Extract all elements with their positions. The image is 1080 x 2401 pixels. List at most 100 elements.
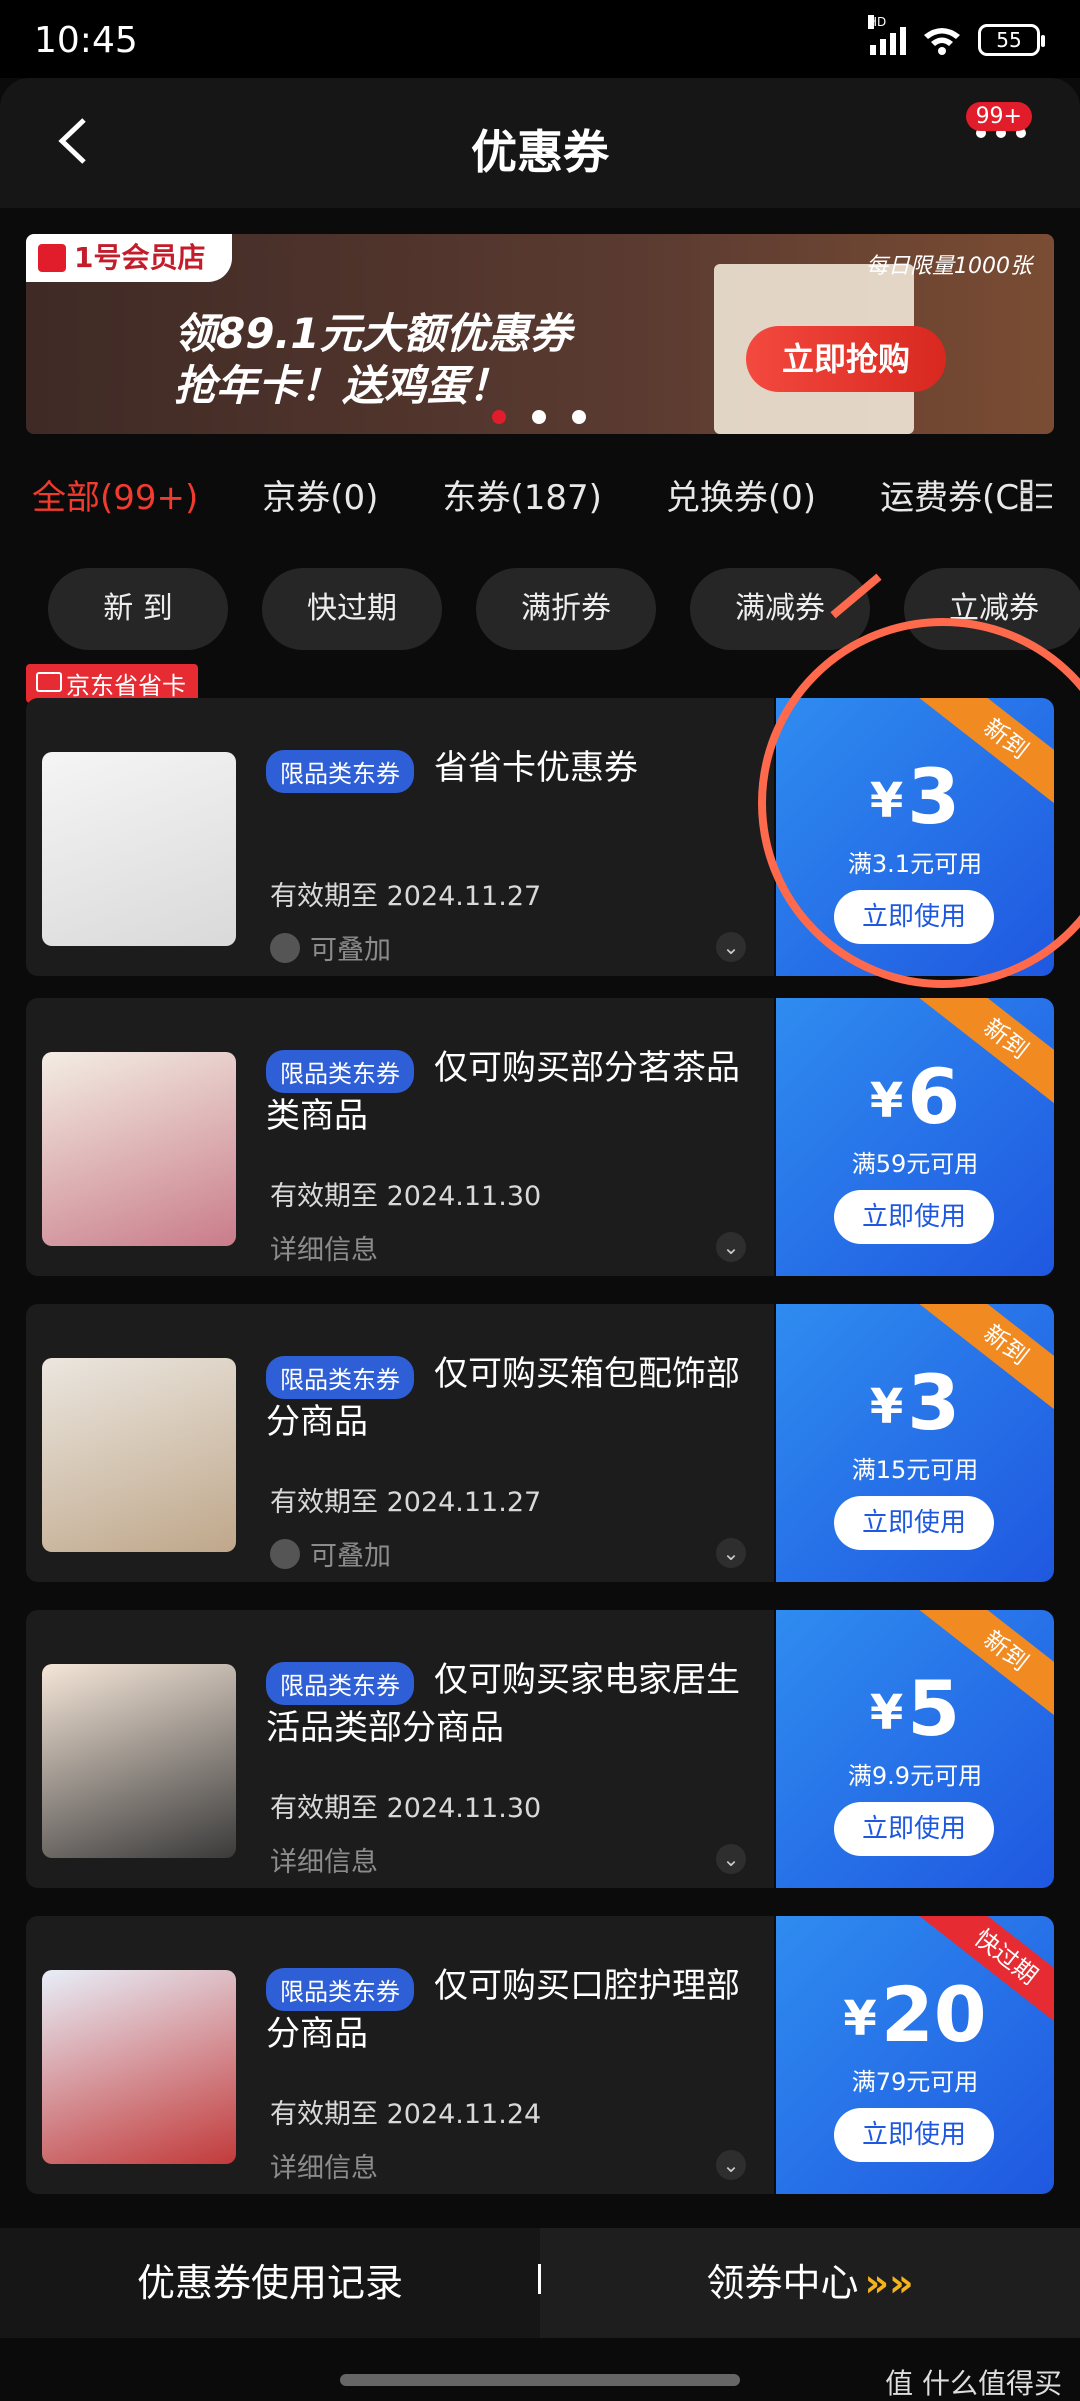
coupon-expiry: 有效期至 2024.11.30: [270, 1793, 542, 1824]
status-icons: HD 55: [868, 15, 1045, 56]
chevron-down-icon[interactable]: ⌄: [716, 1538, 746, 1568]
filter-chips: 新 到 快过期 满折券 满减券 立减券: [48, 568, 1080, 650]
chevron-down-icon[interactable]: ⌄: [716, 932, 746, 962]
coupon-tag: 限品类东券: [266, 750, 414, 793]
use-now-button[interactable]: 立即使用: [834, 2108, 994, 2162]
amount-value: 20: [880, 1970, 987, 2059]
use-now-button[interactable]: 立即使用: [834, 1802, 994, 1856]
coupon-value-panel: 新到 ¥3 满3.1元可用 立即使用: [776, 698, 1054, 976]
coupon-expiry: 有效期至 2024.11.27: [270, 1487, 542, 1518]
banner-logo: 1号会员店: [26, 234, 232, 282]
coupon-value-panel: 快过期 ¥20 满79元可用 立即使用: [776, 1916, 1054, 2194]
banner-cta-button[interactable]: 立即抢购: [746, 326, 946, 392]
details-link[interactable]: 详细信息: [270, 1228, 378, 1267]
tab-all[interactable]: 全部(99+): [32, 470, 198, 520]
product-thumbnail: [42, 1970, 236, 2164]
currency-symbol: ¥: [869, 1073, 904, 1129]
use-now-button[interactable]: 立即使用: [834, 1190, 994, 1244]
details-label: 详细信息: [270, 1235, 378, 1266]
stackable-label: 可叠加: [310, 1541, 391, 1572]
page-title: 优惠券: [471, 125, 609, 179]
banner-subheadline: 抢年卡！送鸡蛋！: [174, 361, 511, 410]
chevron-down-icon[interactable]: ⌄: [716, 2150, 746, 2180]
details-link[interactable]: 详细信息: [270, 1840, 378, 1879]
coupon-center-button[interactable]: 领券中心»»: [540, 2228, 1080, 2338]
coupon-value-panel: 新到 ¥6 满59元可用 立即使用: [776, 998, 1054, 1276]
tab-exchange[interactable]: 兑换券(0): [666, 470, 816, 520]
banner-limit-text: 每日限量1000张: [866, 254, 1032, 279]
details-label: 详细信息: [270, 1847, 378, 1878]
chip-expiring[interactable]: 快过期: [262, 568, 442, 650]
pagination-dot: [532, 410, 546, 424]
chip-new[interactable]: 新 到: [48, 568, 228, 650]
coupon-info[interactable]: 仅可购买家电家居生活品类部分商品 限品类东券 有效期至 2024.11.30 详…: [26, 1610, 774, 1888]
coupon-tag: 限品类东券: [266, 1662, 414, 1705]
coupon-expiry: 有效期至 2024.11.27: [270, 881, 542, 912]
amount-value: 3: [907, 1358, 961, 1447]
stackable-info: 可叠加: [270, 1534, 391, 1573]
coupon-amount: ¥6: [776, 1052, 1054, 1141]
details-link[interactable]: 详细信息: [270, 2146, 378, 2185]
watermark: 值 什么值得买: [885, 2367, 1062, 2400]
wifi-icon: [924, 28, 960, 55]
coupon-condition: 满9.9元可用: [847, 1762, 983, 1790]
coupon-info[interactable]: 仅可购买部分茗茶品类商品 限品类东券 有效期至 2024.11.30 详细信息 …: [26, 998, 774, 1276]
tab-shipping[interactable]: 运费券(C: [880, 470, 1019, 520]
header: 优惠券 99+: [0, 78, 1080, 208]
coupon-tag: 限品类东券: [266, 1356, 414, 1399]
coupon-card: 仅可购买口腔护理部分商品 限品类东券 有效期至 2024.11.24 详细信息 …: [26, 1916, 1054, 2194]
banner-pagination: [492, 410, 586, 424]
coupon-condition: 满59元可用: [851, 1150, 979, 1178]
status-bar: 10:45 HD 55: [0, 0, 1080, 78]
coupon-tag: 限品类东券: [266, 1050, 414, 1093]
product-thumbnail: [42, 752, 236, 946]
chip-discount[interactable]: 满折券: [476, 568, 656, 650]
coupon-info[interactable]: 仅可购买口腔护理部分商品 限品类东券 有效期至 2024.11.24 详细信息 …: [26, 1916, 774, 2194]
bottom-divider: [538, 2264, 541, 2294]
product-thumbnail: [42, 1052, 236, 1246]
coupon-value-panel: 新到 ¥3 满15元可用 立即使用: [776, 1304, 1054, 1582]
pagination-dot: [492, 410, 506, 424]
double-arrow-icon: »»: [864, 2261, 914, 2305]
stack-icon: [270, 932, 300, 963]
coupon-card: 仅可购买部分茗茶品类商品 限品类东券 有效期至 2024.11.30 详细信息 …: [26, 998, 1054, 1276]
coupon-list: 京东省省卡 省省卡优惠券 限品类东券 有效期至 2024.11.27 可叠加 ⌄…: [0, 664, 1080, 2228]
coupon-amount: ¥5: [776, 1664, 1054, 1753]
chevron-down-icon[interactable]: ⌄: [716, 1232, 746, 1262]
currency-symbol: ¥: [869, 1685, 904, 1741]
product-thumbnail: [42, 1664, 236, 1858]
coupon-info[interactable]: 仅可购买箱包配饰部分商品 限品类东券 有效期至 2024.11.27 可叠加 ⌄: [26, 1304, 774, 1582]
chevron-down-icon[interactable]: ⌄: [716, 1844, 746, 1874]
coupon-condition: 满15元可用: [851, 1456, 979, 1484]
message-badge: 99+: [965, 102, 1032, 131]
details-label: 详细信息: [270, 2153, 378, 2184]
coupon-card: 仅可购买家电家居生活品类部分商品 限品类东券 有效期至 2024.11.30 详…: [26, 1610, 1054, 1888]
tab-menu-icon[interactable]: [1020, 478, 1054, 512]
chip-full-reduction[interactable]: 满减券: [690, 568, 870, 650]
coupon-expiry: 有效期至 2024.11.24: [270, 2099, 542, 2130]
coupon-title: 省省卡优惠券: [434, 748, 638, 788]
product-thumbnail: [42, 1358, 236, 1552]
coupon-amount: ¥3: [776, 752, 1054, 841]
coupon-amount: ¥20: [776, 1970, 1054, 2059]
status-time: 10:45: [34, 20, 138, 61]
stackable-info: 可叠加: [270, 928, 391, 967]
coupon-value-panel: 新到 ¥5 满9.9元可用 立即使用: [776, 1610, 1054, 1888]
tab-jingquan[interactable]: 京券(0): [262, 470, 378, 520]
use-now-button[interactable]: 立即使用: [834, 890, 994, 944]
home-indicator[interactable]: [340, 2374, 740, 2386]
coupon-center-label: 领券中心: [706, 2261, 859, 2305]
amount-value: 6: [907, 1052, 961, 1141]
usage-history-button[interactable]: 优惠券使用记录: [0, 2228, 540, 2338]
promo-banner[interactable]: 1号会员店 领89.1元大额优惠券 抢年卡！送鸡蛋！ 每日限量1000张 立即抢…: [26, 234, 1054, 434]
use-now-button[interactable]: 立即使用: [834, 1496, 994, 1550]
tab-dongquan[interactable]: 东券(187): [442, 470, 601, 520]
signal-icon: HD: [868, 15, 906, 55]
chip-instant[interactable]: 立减券: [904, 568, 1080, 650]
currency-symbol: ¥: [843, 1991, 877, 2047]
coupon-card: 京东省省卡 省省卡优惠券 限品类东券 有效期至 2024.11.27 可叠加 ⌄…: [26, 664, 1054, 976]
amount-value: 3: [907, 752, 961, 841]
battery-icon: 55: [978, 24, 1045, 56]
coupon-info[interactable]: 省省卡优惠券 限品类东券 有效期至 2024.11.27 可叠加 ⌄: [26, 698, 774, 976]
coupon-card: 仅可购买箱包配饰部分商品 限品类东券 有效期至 2024.11.27 可叠加 ⌄…: [26, 1304, 1054, 1582]
